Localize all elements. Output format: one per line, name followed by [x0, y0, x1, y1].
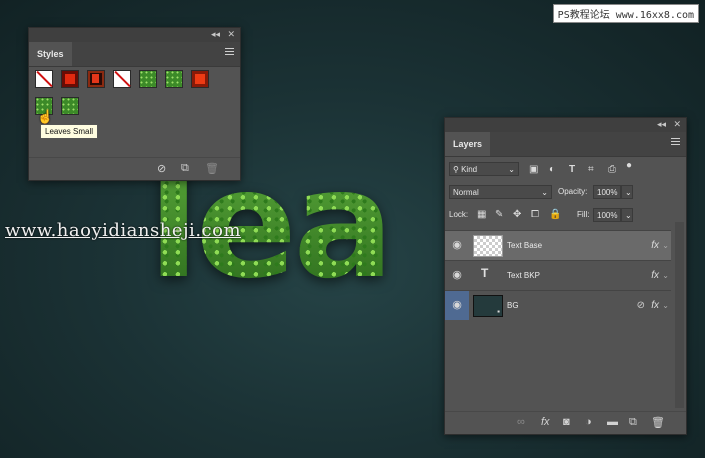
watermark-top: PS教程论坛 www.16xx8.com [552, 4, 699, 23]
layers-footer: ∞ fx ◙ ◑ ▬ ⧉ 🗑 [445, 411, 686, 434]
style-swatch-none-2[interactable] [113, 70, 131, 88]
panel-topbar[interactable]: ◂◂ ✕ [445, 118, 686, 132]
fill-label: Fill: [577, 210, 590, 219]
blend-mode-value: Normal [453, 188, 479, 197]
fx-icon[interactable]: fx [651, 291, 659, 320]
eye-icon[interactable]: ◉ [445, 291, 469, 320]
lock-row: Lock: ▦ ✎ ✥ ⧠ 🔒 Fill: 100% ⌄ [445, 205, 686, 227]
collapse-icon[interactable]: ◂◂ [211, 29, 220, 40]
close-icon[interactable]: ✕ [227, 29, 235, 40]
chevron-down-icon[interactable]: ⌄ [662, 291, 669, 320]
lock-transparent-icon[interactable]: ▦ [477, 208, 486, 222]
eye-icon[interactable]: ◉ [445, 261, 469, 290]
opacity-input[interactable]: 100% [593, 185, 621, 199]
chevron-down-icon: ⌄ [541, 188, 548, 197]
layer-row[interactable]: ◉ Text Base fx ⌄ [445, 230, 671, 260]
tab-layers[interactable]: Layers [445, 132, 491, 156]
style-swatch-dark-red[interactable] [87, 70, 105, 88]
lock-label: Lock: [449, 210, 469, 219]
close-icon[interactable]: ✕ [673, 119, 681, 130]
style-swatch-none[interactable] [35, 70, 53, 88]
fill-input[interactable]: 100% [593, 208, 621, 222]
fx-icon[interactable]: fx [651, 231, 659, 260]
panel-menu-icon[interactable] [671, 138, 680, 147]
eye-icon[interactable]: ◉ [445, 231, 469, 260]
type-filter-icon[interactable]: T [569, 163, 575, 177]
layers-panel: ◂◂ ✕ Layers ⚲ Kind ⌄ ▣ ◐ T ⌗ ⎙ ● Normal … [444, 117, 687, 435]
chevron-down-icon: ⌄ [508, 165, 515, 174]
styles-footer: ⊘ ⧉ 🗑 [29, 157, 240, 180]
mask-icon[interactable]: ◙ [563, 416, 570, 428]
layers-tabrow: Layers [445, 132, 686, 157]
panel-menu-icon[interactable] [225, 48, 234, 57]
chevron-down-icon: ⌄ [625, 188, 632, 197]
filter-row: ⚲ Kind ⌄ ▣ ◐ T ⌗ ⎙ ● [445, 159, 686, 181]
tooltip: Leaves Small [40, 124, 99, 139]
new-style-icon[interactable]: ⧉ [181, 162, 189, 175]
lock-position-icon[interactable]: ✥ [513, 208, 521, 222]
layer-row[interactable]: ◉ T Text BKP fx ⌄ [445, 260, 671, 290]
layer-thumbnail [473, 295, 503, 317]
opacity-label: Opacity: [558, 187, 588, 196]
styles-panel: ◂◂ ✕ Styles ⊘ ⧉ 🗑 [28, 27, 241, 181]
link-icon[interactable]: ∞ [517, 416, 525, 428]
hand-cursor-icon: ☝ [37, 109, 54, 124]
fx-icon[interactable]: fx [651, 261, 659, 290]
lock-artboard-icon[interactable]: ⧠ [531, 208, 539, 222]
opacity-dropdown[interactable]: ⌄ [621, 185, 633, 199]
pixel-filter-icon[interactable]: ▣ [529, 163, 538, 177]
blend-mode-select[interactable]: Normal ⌄ [449, 185, 552, 199]
layer-thumbnail [473, 235, 503, 257]
style-swatch-leaves-2[interactable] [165, 70, 183, 88]
smart-object-filter-icon[interactable]: ⎙ [608, 163, 616, 177]
layer-name: Text BKP [507, 271, 540, 280]
layer-name: BG [507, 301, 519, 310]
tab-styles[interactable]: Styles [29, 42, 72, 66]
smart-filter-icon: ⊘ [636, 300, 645, 311]
layer-row[interactable]: ◉ BG ⊘ fx ⌄ [445, 290, 671, 320]
lock-image-icon[interactable]: ✎ [495, 208, 503, 222]
folder-icon[interactable]: ▬ [607, 416, 618, 428]
trash-icon[interactable]: 🗑 [205, 162, 219, 175]
type-layer-icon: T [481, 266, 489, 280]
panel-topbar[interactable]: ◂◂ ✕ [29, 28, 240, 42]
chevron-down-icon[interactable]: ⌄ [662, 261, 669, 290]
style-swatch-leaves-3[interactable] [61, 97, 79, 115]
filter-kind-value: Kind [461, 165, 478, 174]
styles-tabrow: Styles [29, 42, 240, 67]
trash-icon[interactable]: 🗑 [651, 416, 665, 429]
filter-kind-select[interactable]: ⚲ Kind ⌄ [449, 162, 519, 176]
chevron-down-icon[interactable]: ⌄ [662, 231, 669, 260]
adjustment-icon[interactable]: ◑ [585, 416, 592, 428]
style-swatch-red-glow[interactable] [61, 70, 79, 88]
collapse-icon[interactable]: ◂◂ [657, 119, 666, 130]
filter-toggle-icon[interactable]: ● [626, 159, 632, 173]
style-swatch-red-bright[interactable] [191, 70, 209, 88]
fx-icon[interactable]: fx [541, 416, 550, 428]
scrollbar[interactable] [675, 222, 684, 408]
fill-dropdown[interactable]: ⌄ [621, 208, 633, 222]
blend-row: Normal ⌄ Opacity: 100% ⌄ [445, 182, 686, 204]
lock-all-icon[interactable]: 🔒 [549, 208, 561, 222]
new-layer-icon[interactable]: ⧉ [629, 416, 637, 429]
watermark-middle: www.haoyidiansheji.com [5, 220, 242, 241]
no-icon[interactable]: ⊘ [157, 162, 166, 175]
layer-name: Text Base [507, 241, 543, 250]
chevron-down-icon: ⌄ [625, 211, 632, 220]
search-icon: ⚲ [453, 165, 459, 174]
shape-filter-icon[interactable]: ⌗ [588, 163, 594, 177]
style-swatch-leaves[interactable] [139, 70, 157, 88]
adjustment-filter-icon[interactable]: ◐ [549, 163, 555, 177]
